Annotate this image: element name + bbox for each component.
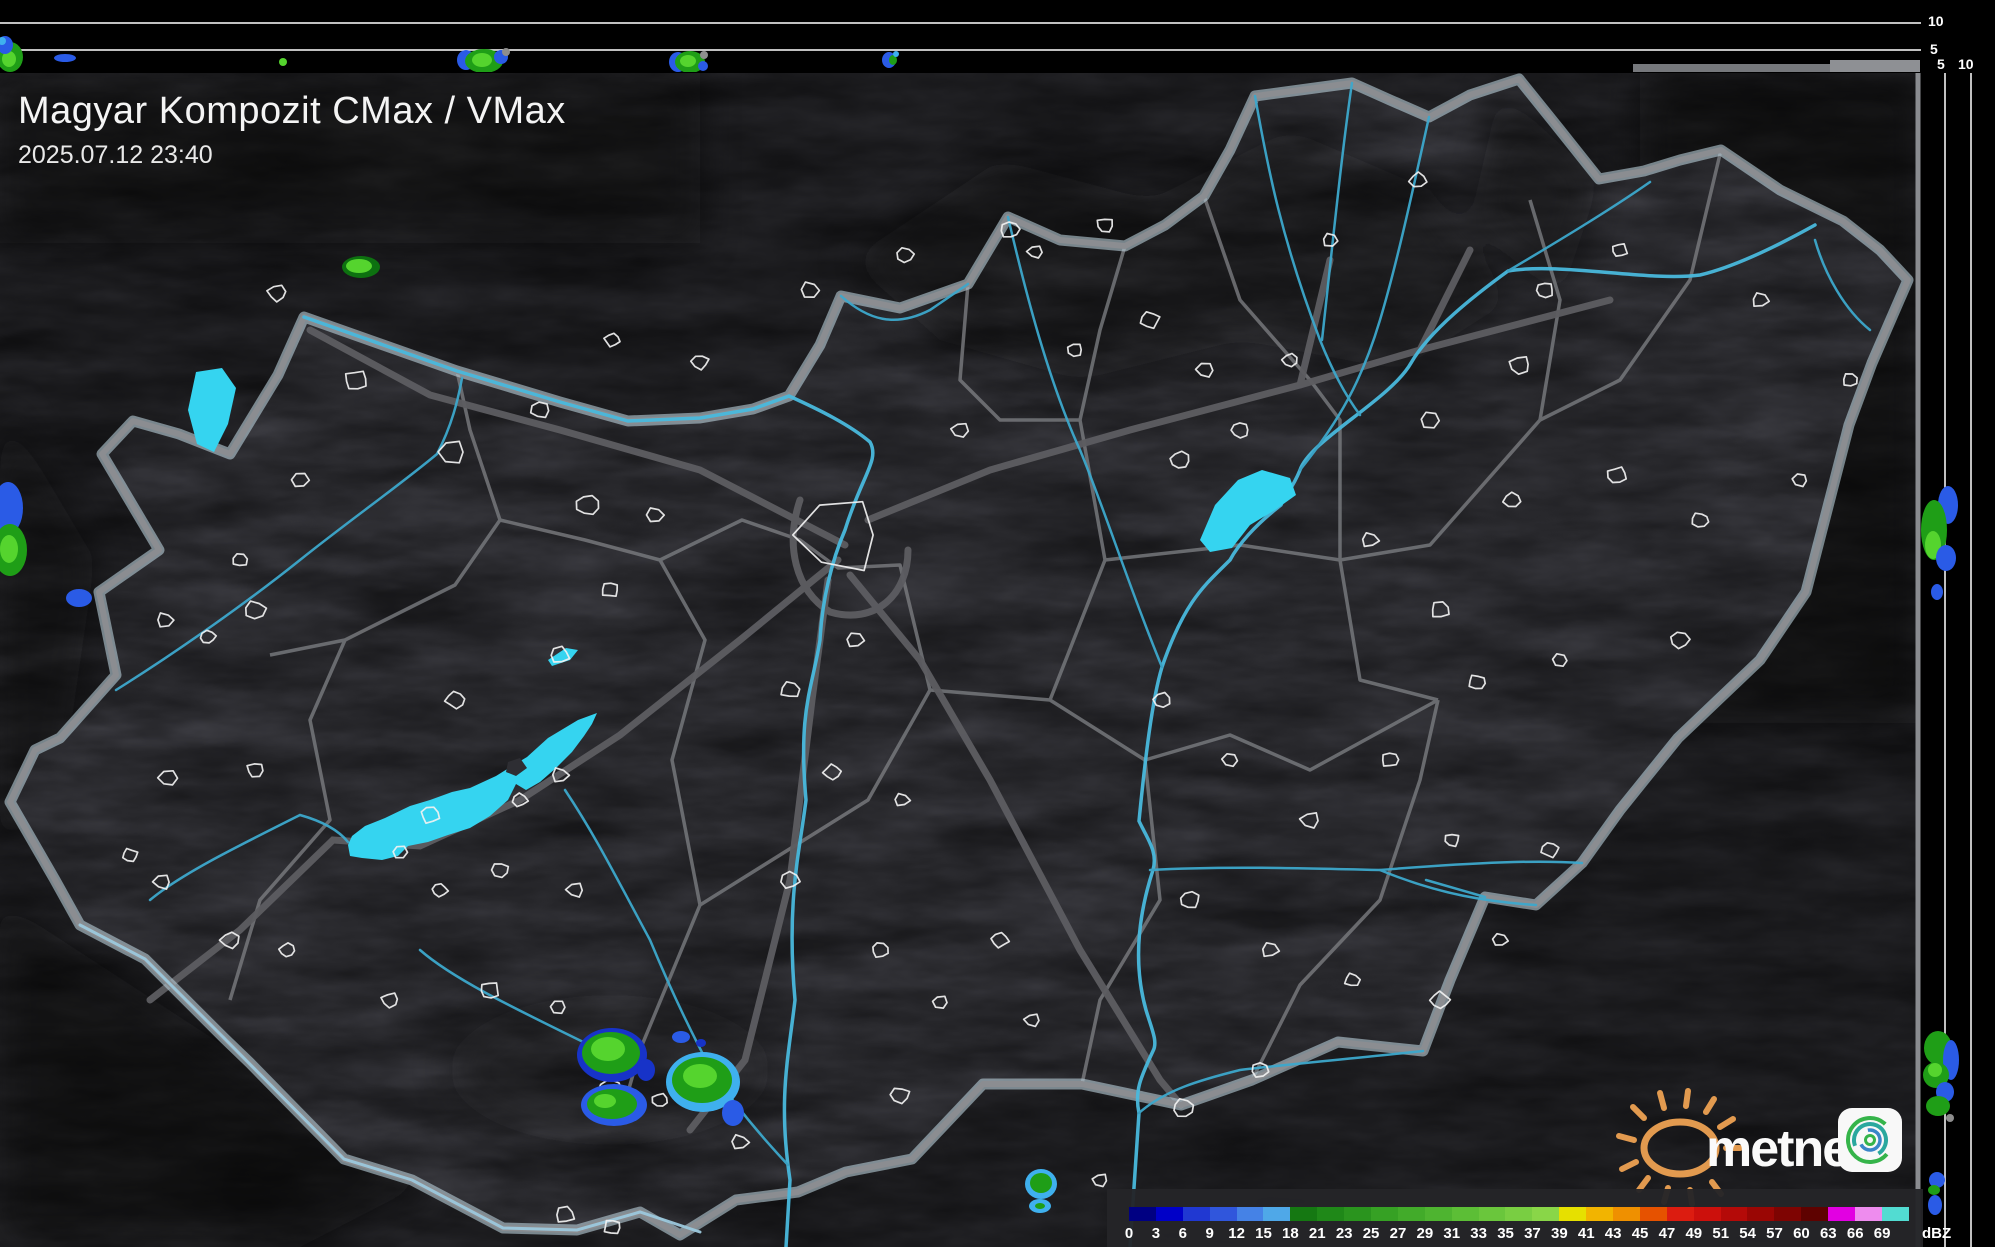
legend-color-segment (1424, 1207, 1452, 1221)
top-vmax-panel (0, 0, 1921, 73)
radar-echo (700, 51, 708, 59)
legend-color-segment (1855, 1207, 1882, 1221)
legend-tick-label: 41 (1577, 1225, 1595, 1242)
legend-tick-label: 29 (1416, 1225, 1434, 1242)
legend-color-segment (1747, 1207, 1775, 1221)
top-axis-label-5km: 5 (1930, 41, 1938, 57)
radar-echo (1030, 1173, 1052, 1193)
legend-tick-label: 66 (1846, 1225, 1864, 1242)
legend-tick-label: 57 (1766, 1225, 1783, 1242)
radar-echo (1926, 1096, 1950, 1116)
legend-tick-label: 54 (1739, 1225, 1756, 1242)
legend-tick-label: 15 (1255, 1225, 1272, 1242)
radar-echo (696, 1039, 706, 1047)
legend-color-segment (1478, 1207, 1506, 1221)
right-vmax-panel (1921, 0, 1995, 1247)
legend-color-segment (1290, 1207, 1318, 1221)
radar-echo (672, 1031, 690, 1043)
legend-color-segment (1532, 1207, 1560, 1221)
legend-color-segment (1639, 1207, 1667, 1221)
radar-echo (722, 1100, 744, 1126)
legend-color-segment (1801, 1207, 1829, 1221)
legend-color-segment (1693, 1207, 1721, 1221)
radar-echo (1035, 1203, 1045, 1209)
radar-echo (1928, 1195, 1942, 1215)
radar-echo (346, 259, 372, 273)
legend-color-segment (1505, 1207, 1533, 1221)
radar-echo (637, 1059, 655, 1081)
radar-echo (1931, 584, 1943, 600)
map-frame-top-bar-thick (1830, 60, 1920, 72)
legend-tick-label: 60 (1793, 1225, 1810, 1242)
map-panel: metnet (0, 73, 1918, 1247)
radar-echo (279, 58, 287, 66)
radar-map-canvas: metnet (0, 0, 1995, 1247)
radar-echo (1946, 1114, 1954, 1122)
radar-echo (0, 535, 18, 563)
radar-echo (54, 54, 76, 62)
legend-unit-label: dBZ (1922, 1225, 1952, 1242)
legend-tick-label: 33 (1470, 1225, 1487, 1242)
legend-color-segment (1263, 1207, 1291, 1221)
radar-echo (680, 55, 696, 67)
legend-tick-label: 12 (1228, 1225, 1245, 1242)
legend-color-segment (1613, 1207, 1640, 1221)
legend-tick-label: 45 (1631, 1225, 1649, 1242)
legend-color-segment (1182, 1207, 1210, 1221)
radar-echo (683, 1064, 717, 1088)
legend-tick-label: 49 (1685, 1225, 1703, 1242)
legend-tick-label: 27 (1389, 1225, 1407, 1242)
legend-tick-label: 31 (1443, 1225, 1461, 1242)
legend-tick-label: 3 (1151, 1225, 1161, 1242)
radar-echo (502, 48, 510, 56)
legend-color-segment (1155, 1207, 1183, 1221)
top-axis-label-10km: 10 (1928, 13, 1944, 29)
legend-color-segment (1344, 1207, 1372, 1221)
dbz-legend: 0 3 6 9 12 15 18 21 23 25 27 29 31 33 35 37 39 41 43 45 47 49… (1107, 1189, 1951, 1247)
right-axis-label-5km: 5 (1937, 56, 1945, 72)
legend-tick-label: 6 (1178, 1225, 1187, 1242)
legend-color-segment (1559, 1207, 1587, 1221)
radar-echo (472, 53, 492, 67)
legend-color-segment (1881, 1207, 1909, 1221)
legend-color-segment (1774, 1207, 1802, 1221)
legend-tick-label: 47 (1658, 1225, 1676, 1242)
radar-echo (1928, 1063, 1942, 1077)
legend-color-segment (1397, 1207, 1425, 1221)
radar-echo (591, 1037, 625, 1061)
legend-tick-label: 37 (1524, 1225, 1541, 1242)
legend-color-segment (1129, 1207, 1156, 1221)
legend-color-segment (1451, 1207, 1479, 1221)
legend-color-segment (1586, 1207, 1614, 1221)
right-axis-label-10km: 10 (1958, 56, 1974, 72)
radar-echo (1936, 545, 1956, 571)
legend-tick-label: 35 (1497, 1225, 1514, 1242)
legend-color-segment (1720, 1207, 1748, 1221)
metnet-app-icon (1838, 1108, 1902, 1172)
legend-tick-label: 21 (1308, 1225, 1326, 1242)
legend-color-segment (1666, 1207, 1694, 1221)
legend-color-segment (1209, 1207, 1237, 1221)
radar-echo (698, 61, 708, 71)
legend-tick-label: 18 (1282, 1225, 1299, 1242)
legend-tick-label: 0 (1124, 1225, 1134, 1242)
legend-color-segment (1317, 1207, 1345, 1221)
legend-tick-label: 43 (1604, 1225, 1622, 1242)
legend-tick-label: 25 (1362, 1225, 1380, 1242)
legend-tick-label: 9 (1205, 1225, 1214, 1242)
legend-tick-label: 51 (1712, 1225, 1730, 1242)
radar-echo (66, 589, 92, 607)
legend-tick-label: 39 (1551, 1225, 1568, 1242)
legend-tick-label: 69 (1873, 1225, 1891, 1242)
legend-color-segment (1371, 1207, 1398, 1221)
legend-color-segment (1236, 1207, 1264, 1221)
radar-echo (1928, 1185, 1940, 1195)
legend-color-segment (1828, 1207, 1856, 1221)
legend-tick-label: 63 (1819, 1225, 1837, 1242)
radar-echo (893, 51, 899, 57)
dbz-colorbar (1129, 1207, 1909, 1221)
radar-composite-screen: { "header": { "title": "Magyar Kompozit … (0, 0, 1995, 1247)
radar-echo (594, 1094, 616, 1108)
legend-tick-label: 23 (1335, 1225, 1353, 1242)
